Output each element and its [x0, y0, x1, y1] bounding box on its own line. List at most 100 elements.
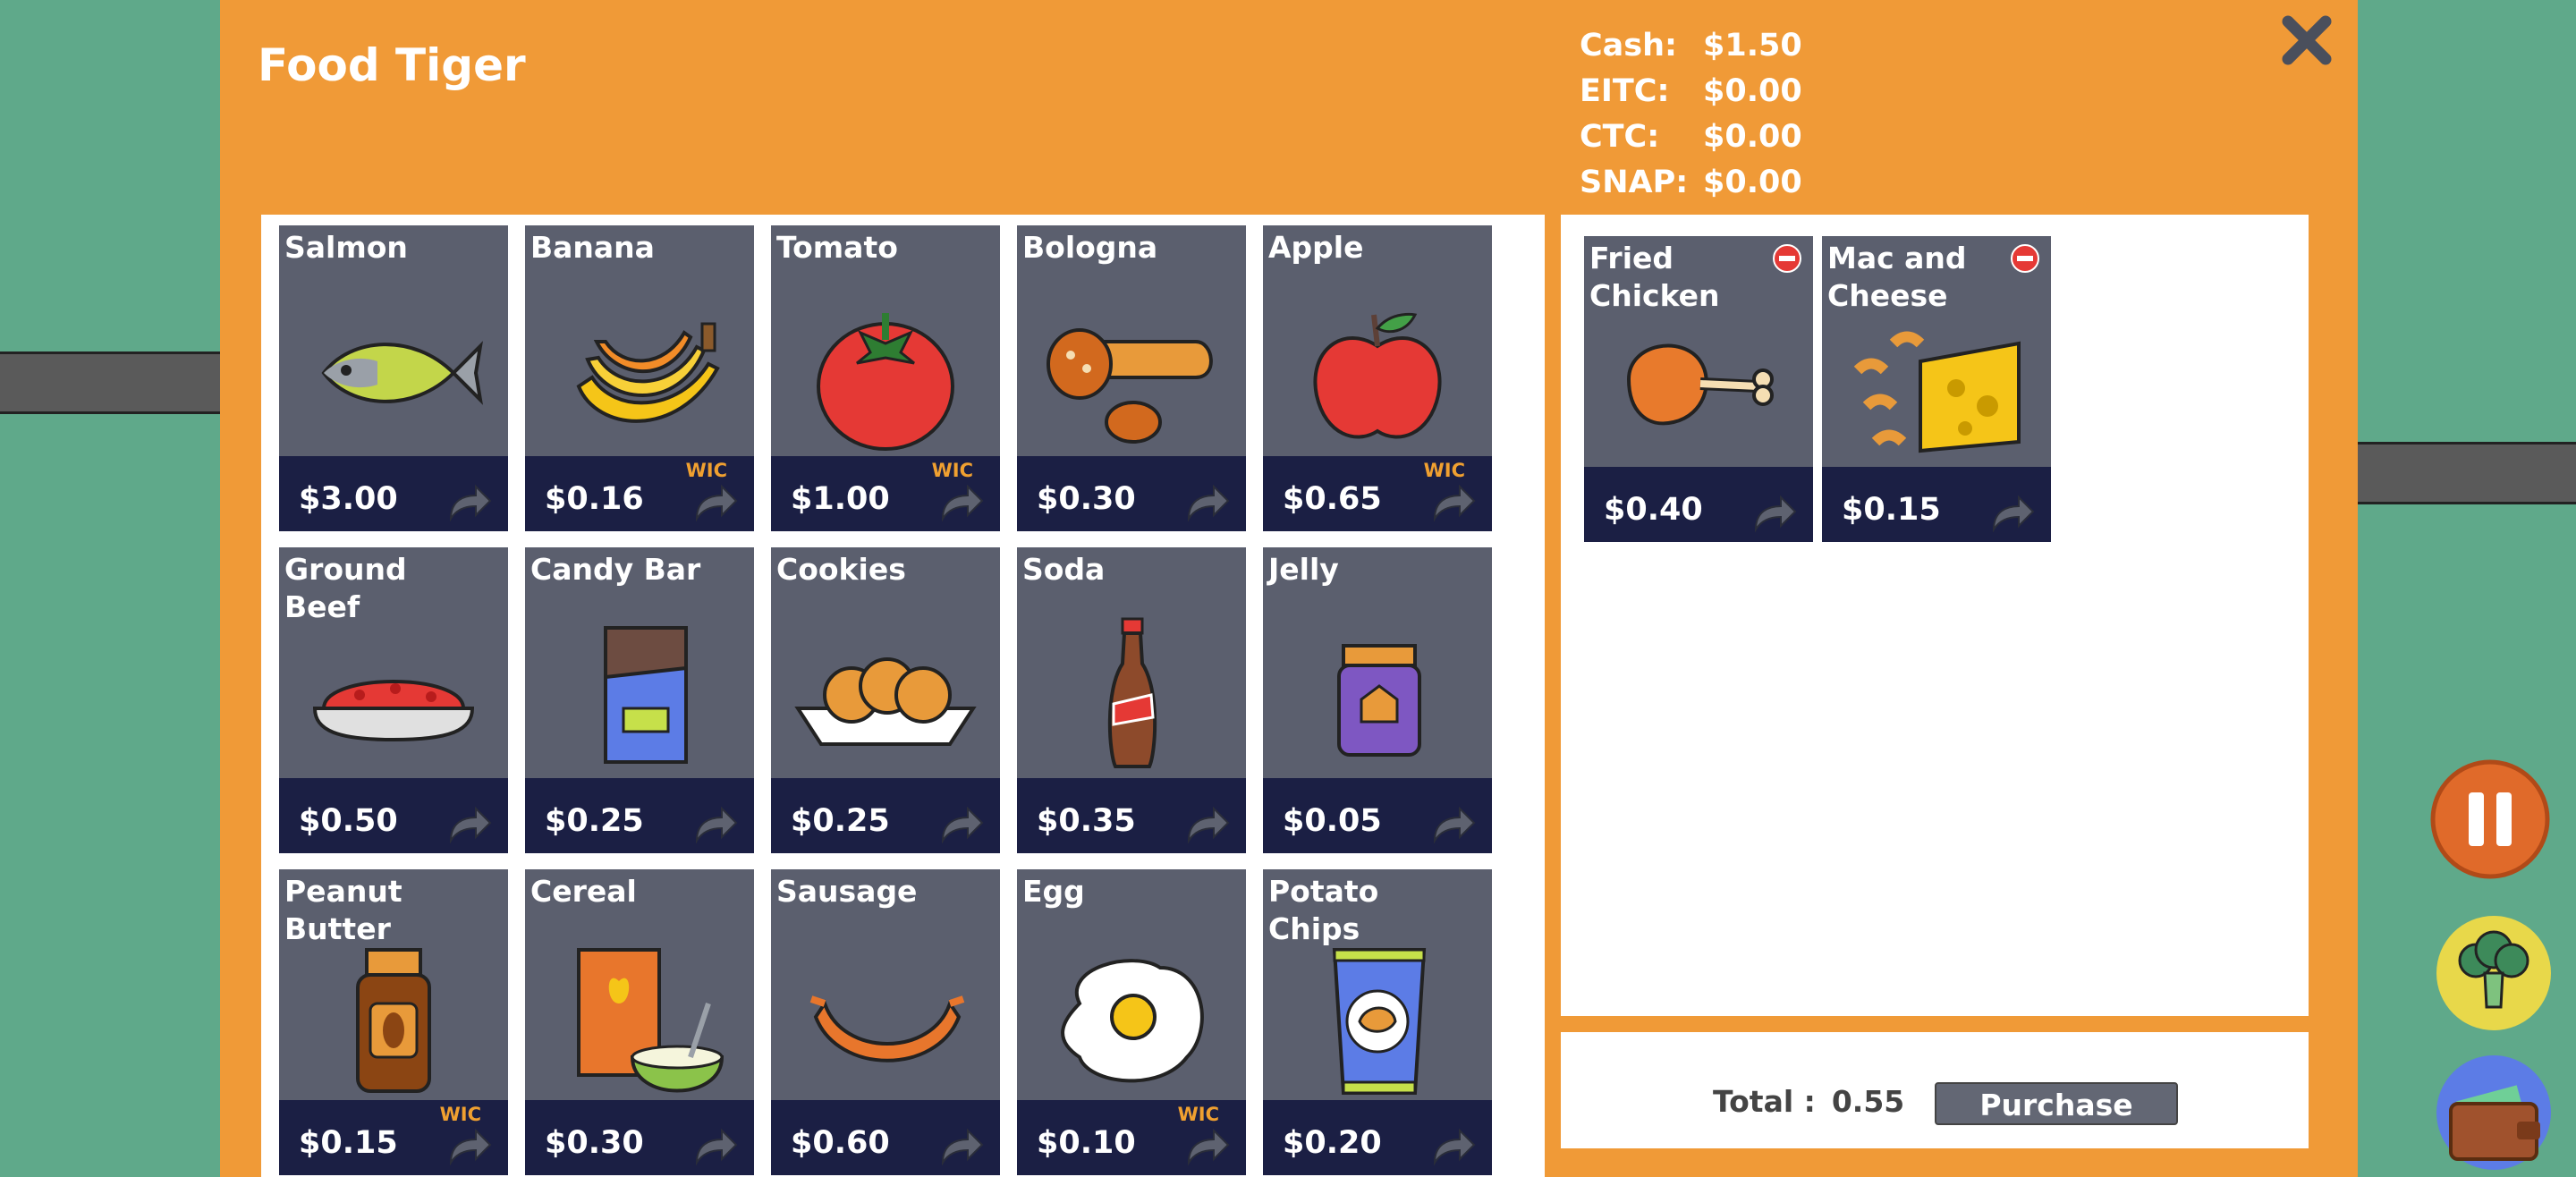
item-price: $0.20 [1283, 1125, 1382, 1161]
item-name: Bologna [1022, 230, 1158, 265]
balance-value: $0.00 [1703, 165, 1802, 200]
total-label: Total : [1713, 1084, 1816, 1119]
arrow-icon[interactable] [447, 483, 492, 522]
egg-icon [1035, 932, 1228, 1102]
remove-icon[interactable] [2010, 243, 2040, 274]
cart-item[interactable]: Fried Chicken $0.40 [1584, 236, 1813, 542]
price-bar: $0.20 [1263, 1100, 1492, 1175]
store-item[interactable]: Jelly $0.05 [1263, 547, 1492, 853]
remove-icon[interactable] [1772, 243, 1802, 274]
price-bar: $0.15 [1822, 467, 2051, 542]
bologna-icon [1035, 288, 1228, 458]
purchase-button[interactable]: Purchase [1935, 1082, 2178, 1125]
arrow-icon[interactable] [939, 1127, 984, 1166]
price-bar: $0.25 [525, 778, 754, 853]
arrow-icon[interactable] [447, 1127, 492, 1166]
arrow-icon[interactable] [939, 805, 984, 844]
tomato-icon [789, 288, 982, 458]
arrow-icon[interactable] [1431, 1127, 1476, 1166]
item-name: Cookies [776, 552, 906, 587]
wallet-icon[interactable] [2435, 1054, 2553, 1172]
item-name: Sausage [776, 874, 918, 909]
store-item[interactable]: Ground Beef $0.50 [279, 547, 508, 853]
arrow-icon[interactable] [1752, 494, 1797, 533]
arrow-icon[interactable] [939, 483, 984, 522]
wic-badge: WIC [439, 1104, 481, 1125]
cookies-icon [789, 610, 982, 780]
item-price: $1.00 [791, 481, 890, 517]
store-item[interactable]: Sausage $0.60 [771, 869, 1000, 1175]
cart-item[interactable]: Mac and Cheese $0.15 [1822, 236, 2051, 542]
arrow-icon[interactable] [1990, 494, 2035, 533]
store-item[interactable]: Potato Chips $0.20 [1263, 869, 1492, 1175]
store-item[interactable]: Egg $0.10 WIC [1017, 869, 1246, 1175]
store-item[interactable]: Tomato $1.00 WIC [771, 225, 1000, 531]
candy-bar-icon [543, 610, 736, 780]
item-name: Tomato [776, 230, 898, 265]
jelly-icon [1281, 610, 1474, 780]
arrow-icon[interactable] [1185, 1127, 1230, 1166]
store-item[interactable]: Peanut Butter $0.15 WIC [279, 869, 508, 1175]
balances-panel: Cash: $1.50 EITC: $0.00 CTC: $0.00 SNAP: $0.… [1580, 23, 1802, 206]
balance-value: $1.50 [1703, 28, 1802, 64]
cereal-icon [543, 932, 736, 1102]
total-panel: Total : 0.55 Purchase [1561, 1032, 2309, 1148]
pause-button[interactable] [2429, 758, 2551, 880]
store-modal: Food Tiger Cash: $1.50 EITC: $0.00 CTC: $0.… [220, 0, 2358, 1177]
item-name: Apple [1268, 230, 1364, 265]
arrow-icon[interactable] [1431, 483, 1476, 522]
item-name: Egg [1022, 874, 1085, 909]
road-left [0, 351, 220, 414]
cart-item-price: $0.40 [1604, 492, 1703, 528]
balance-value: $0.00 [1703, 119, 1802, 155]
store-item[interactable]: Apple $0.65 WIC [1263, 225, 1492, 531]
price-bar: $0.30 [525, 1100, 754, 1175]
fried-chicken-icon [1602, 317, 1795, 465]
price-bar: $0.50 [279, 778, 508, 853]
balance-ctc: CTC: $0.00 [1580, 114, 1802, 160]
store-item[interactable]: Cookies $0.25 [771, 547, 1000, 853]
arrow-icon[interactable] [693, 483, 738, 522]
balance-label: SNAP: [1580, 165, 1689, 200]
store-item[interactable]: Salmon $3.00 [279, 225, 508, 531]
apple-icon [1281, 288, 1474, 458]
item-price: $0.25 [545, 803, 644, 839]
store-item[interactable]: Cereal $0.30 [525, 869, 754, 1175]
price-bar: $0.30 [1017, 456, 1246, 531]
arrow-icon[interactable] [693, 805, 738, 844]
salmon-icon [297, 288, 490, 458]
item-price: $0.05 [1283, 803, 1382, 839]
store-item[interactable]: Soda $0.35 [1017, 547, 1246, 853]
wic-badge: WIC [1177, 1104, 1219, 1125]
item-price: $0.50 [299, 803, 398, 839]
banana-icon [543, 288, 736, 458]
item-name: Soda [1022, 552, 1106, 587]
store-item[interactable]: Bologna $0.30 [1017, 225, 1246, 531]
item-price: $3.00 [299, 481, 398, 517]
close-icon[interactable] [2279, 13, 2334, 68]
cart-panel: Fried Chicken $0.40 Mac and Cheese $0.15 [1561, 215, 2309, 1016]
price-bar: $0.60 [771, 1100, 1000, 1175]
arrow-icon[interactable] [1185, 483, 1230, 522]
total-display: Total : 0.55 [1713, 1084, 1904, 1119]
store-item[interactable]: Banana $0.16 WIC [525, 225, 754, 531]
item-price: $0.60 [791, 1125, 890, 1161]
potato-chips-icon [1281, 932, 1474, 1102]
arrow-icon[interactable] [1431, 805, 1476, 844]
item-name: Cereal [530, 874, 637, 909]
item-name: Salmon [284, 230, 408, 265]
balance-eitc: EITC: $0.00 [1580, 69, 1802, 114]
store-item[interactable]: Candy Bar $0.25 [525, 547, 754, 853]
peanut-butter-icon [297, 932, 490, 1102]
balance-snap: SNAP: $0.00 [1580, 160, 1802, 206]
broccoli-icon[interactable] [2435, 914, 2553, 1032]
arrow-icon[interactable] [693, 1127, 738, 1166]
balance-label: Cash: [1580, 28, 1678, 64]
arrow-icon[interactable] [1185, 805, 1230, 844]
item-name: Candy Bar [530, 552, 701, 587]
arrow-icon[interactable] [447, 805, 492, 844]
road-right [2358, 442, 2576, 504]
item-price: $0.16 [545, 481, 644, 517]
cart-item-name: Fried Chicken [1589, 241, 1720, 313]
store-items-panel: Salmon $3.00 Banana $0.16 WIC Tomato $1.00 WIC B… [261, 215, 1545, 1177]
